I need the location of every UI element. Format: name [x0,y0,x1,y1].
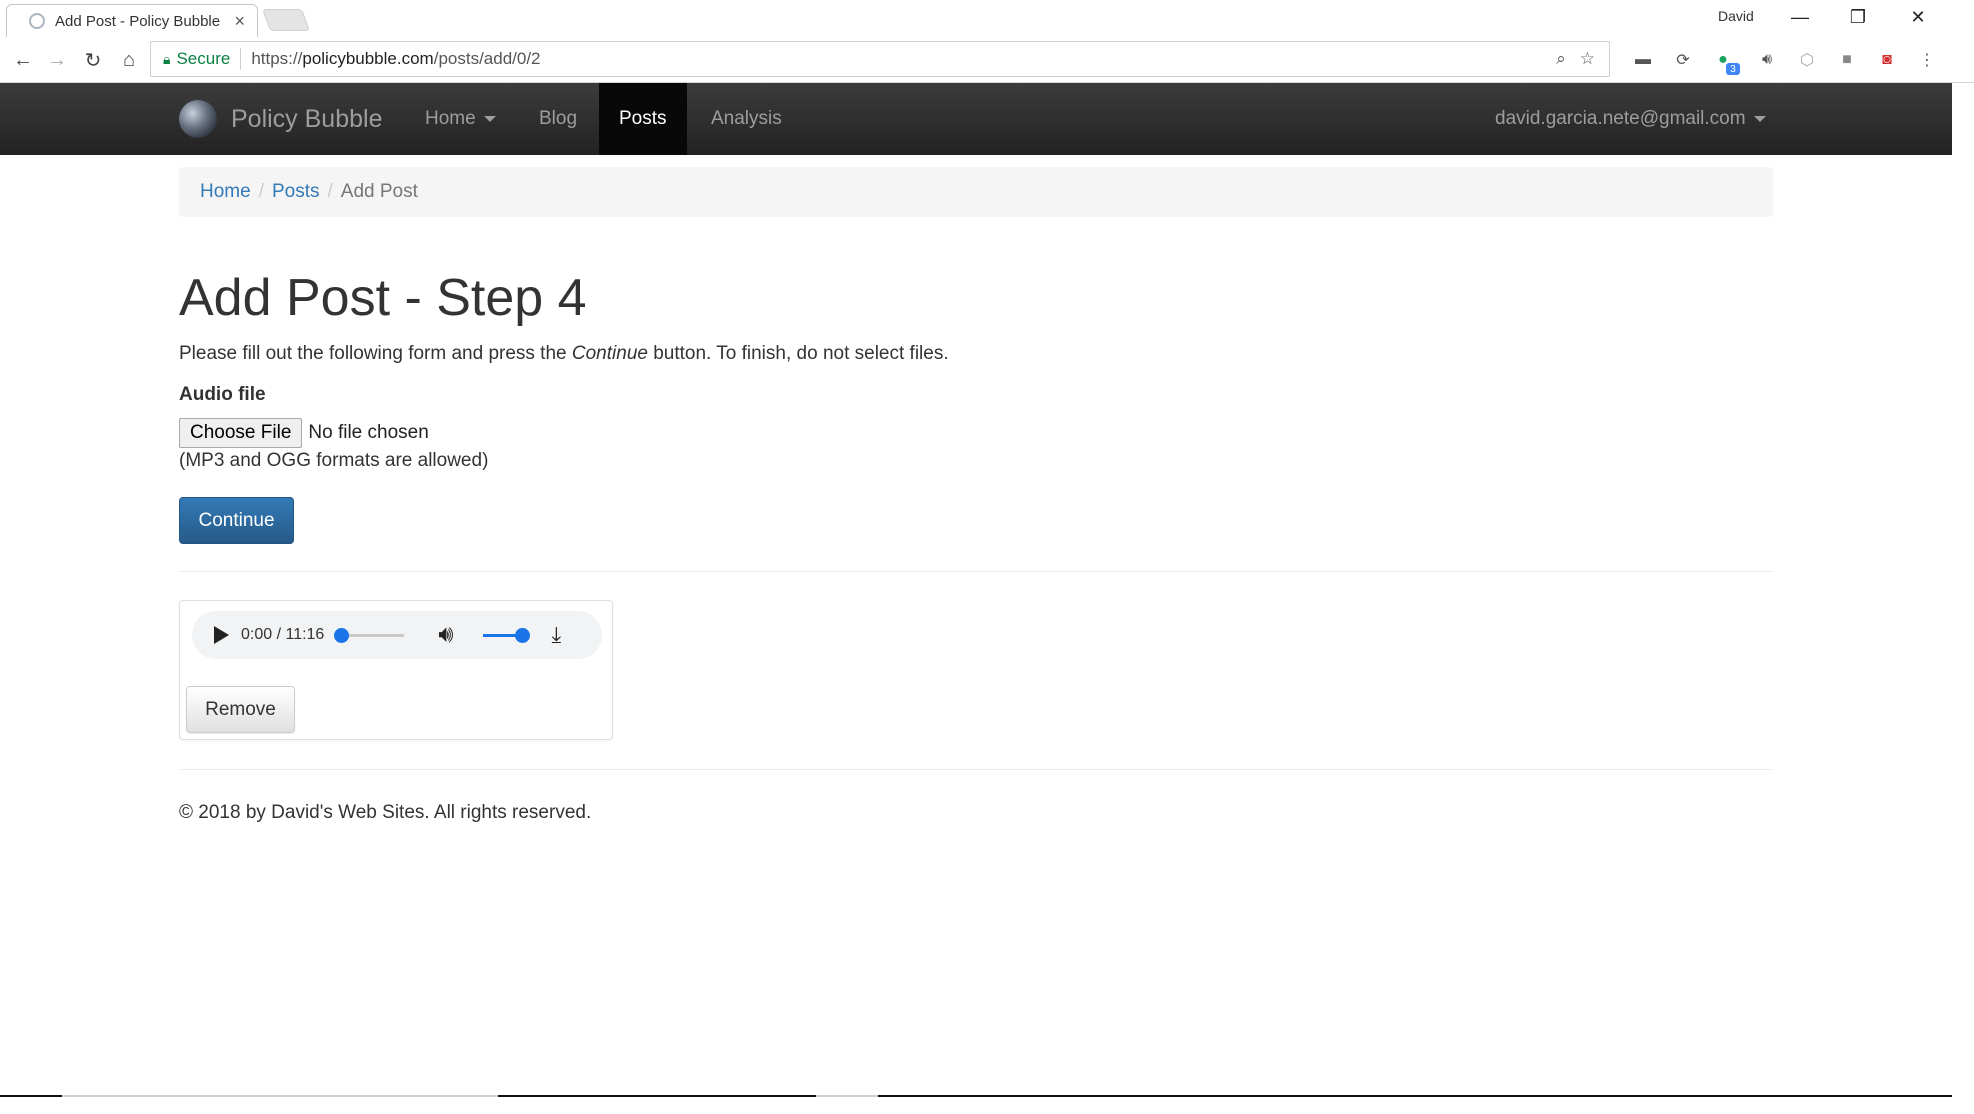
audio-file-input: Choose File No file chosen [179,418,429,448]
shield-extension-icon[interactable]: ⬡ [1796,49,1818,71]
caret-down-icon [1753,116,1766,122]
nav-item-blog[interactable]: Blog [519,83,597,155]
restore-button[interactable]: ❐ [1830,2,1886,32]
intro-after: button. To finish, do not select files. [647,343,949,364]
address-bar[interactable]: 🔒︎ Secure https://policybubble.com/posts… [150,41,1610,77]
forward-arrow-icon[interactable]: → [42,45,72,75]
intro-text: Please fill out the following form and p… [179,343,949,365]
brand-name: Policy Bubble [231,104,383,133]
breadcrumb-home-link[interactable]: Home [200,181,251,203]
browser-toolbar: ← → ↻ ⌂ 🔒︎ Secure https://policybubble.c… [0,37,1974,83]
nav-item-label: Home [425,108,476,129]
audio-player: 0:00 / 11:16 🔊︎ ⤓ [192,611,602,659]
breadcrumb-divider: / [258,181,264,202]
speaker-extension-icon[interactable]: 🔊︎ [1756,49,1778,71]
nav-item-home[interactable]: Home [405,83,516,155]
breadcrumb-divider: / [327,181,333,202]
format-help-text: (MP3 and OGG formats are allowed) [179,450,489,471]
bookmark-star-icon[interactable]: ☆ [1580,49,1595,69]
nav-item-analysis[interactable]: Analysis [691,83,802,155]
browser-tabstrip: Add Post - Policy Bubble × David — ❐ ✕ [0,0,1974,37]
url-text[interactable]: https://policybubble.com/posts/add/0/2 [251,49,1556,69]
taskbar-segment [62,1095,498,1097]
back-arrow-icon[interactable]: ← [8,45,38,75]
taskbar-edge [0,1095,1952,1097]
close-window-button[interactable]: ✕ [1890,2,1946,32]
square-extension-icon[interactable]: ■ [1836,49,1858,71]
nav-item-label: Blog [539,108,578,129]
tab-title: Add Post - Policy Bubble [55,12,221,30]
file-status-text: No file chosen [308,422,429,443]
choose-file-button[interactable]: Choose File [179,418,303,448]
nav-item-label: Posts [619,108,667,129]
breadcrumb: Home / Posts / Add Post [179,167,1773,217]
nav-item-label: Analysis [711,108,782,129]
sync-extension-icon[interactable]: ⟳ [1672,49,1694,71]
brand-link[interactable]: Policy Bubble [179,83,382,155]
progress-knob[interactable] [334,627,350,643]
remove-button[interactable]: Remove [186,686,295,733]
play-icon[interactable] [214,626,229,644]
omnibox-divider [240,48,242,70]
audio-file-label: Audio file [179,384,266,405]
secure-label: Secure [176,49,231,68]
section-divider [179,571,1773,572]
chat-extension-icon[interactable]: ▬ [1632,49,1654,71]
footer-copyright: © 2018 by David's Web Sites. All rights … [179,802,592,823]
download-icon[interactable]: ⤓ [551,622,561,648]
loading-spinner-icon [29,13,45,29]
volume-slider[interactable] [483,627,531,643]
intro-emphasis: Continue [571,343,648,364]
footer-divider [179,769,1773,770]
browser-tab[interactable]: Add Post - Policy Bubble × [6,4,258,37]
url-scheme: https:// [251,49,303,68]
url-path: /posts/add/0/2 [433,49,541,68]
zoom-icon[interactable]: ⌕ [1556,49,1566,69]
nav-item-posts[interactable]: Posts [599,83,687,155]
extension-badge: 3 [1726,63,1740,75]
audio-progress-slider[interactable] [334,627,405,643]
continue-button[interactable]: Continue [179,497,294,544]
volume-knob[interactable] [515,627,531,643]
url-host: policybubble.com [302,49,434,68]
bubble-logo-icon [179,100,217,138]
breadcrumb-posts-link[interactable]: Posts [272,181,320,203]
page-title: Add Post - Step 4 [179,269,587,327]
site-navbar: Policy Bubble Home Blog Posts Analysis d… [0,83,1952,155]
home-icon[interactable]: ⌂ [114,45,144,75]
reload-icon[interactable]: ↻ [78,45,108,75]
lock-icon: 🔒︎ [163,50,171,67]
intro-before: Please fill out the following form and p… [179,343,572,364]
new-tab-button[interactable] [261,9,311,31]
audio-time: 0:00 / 11:16 [241,626,325,643]
tab-close-icon[interactable]: × [234,11,245,32]
caret-down-icon [483,116,496,122]
profile-name[interactable]: David [1718,8,1754,24]
taskbar-segment [816,1095,878,1097]
breadcrumb-current: Add Post [340,181,418,202]
volume-icon[interactable]: 🔊︎ [438,621,453,649]
pocket-extension-icon[interactable]: ◙ [1876,49,1898,71]
user-email: david.garcia.nete@gmail.com [1495,108,1746,129]
menu-kebab-icon[interactable]: ⋮ [1916,49,1938,71]
user-menu[interactable]: david.garcia.nete@gmail.com [1475,83,1786,155]
minimize-button[interactable]: — [1772,2,1828,32]
audio-panel: 0:00 / 11:16 🔊︎ ⤓ Remove [179,600,613,740]
